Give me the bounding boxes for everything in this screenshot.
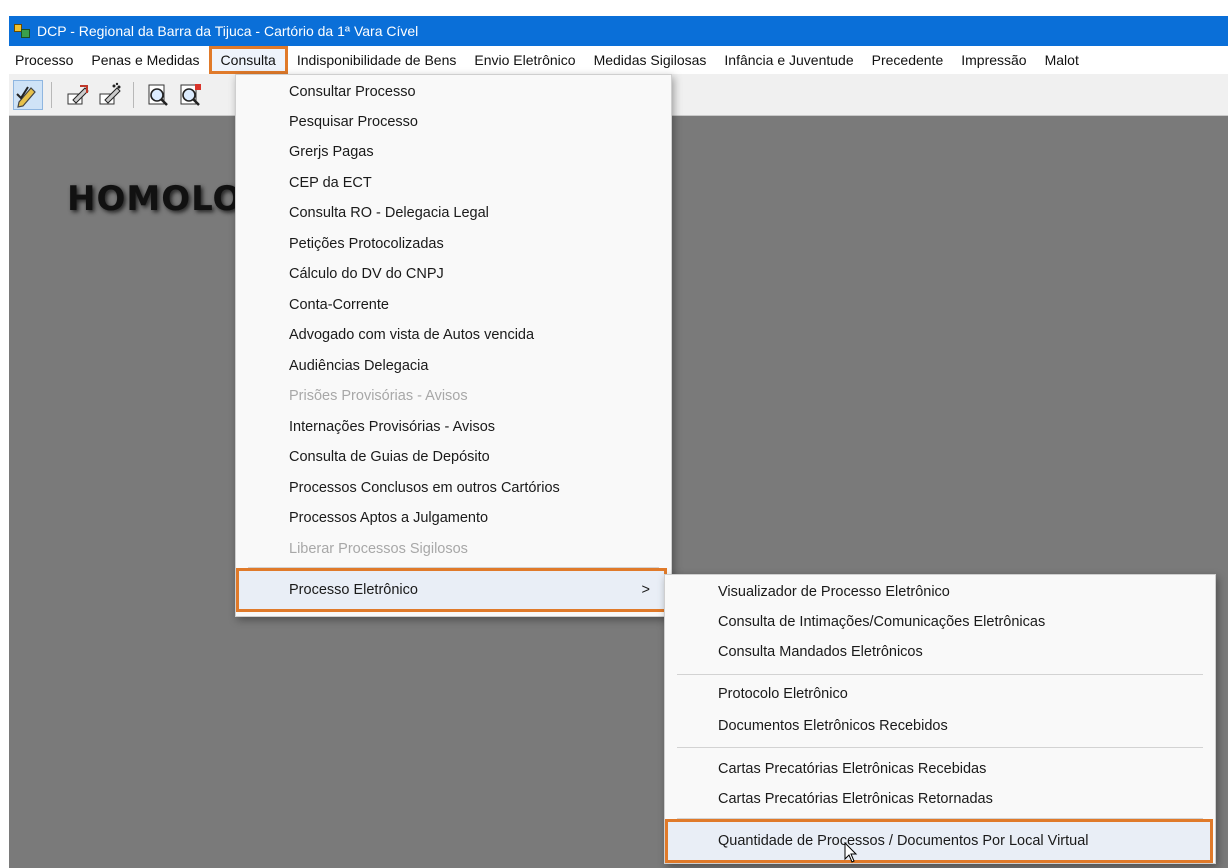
menu-item-label: Processo Eletrônico xyxy=(289,582,418,598)
submenu-item-consulta-mandados[interactable]: Consulta Mandados Eletrônicos xyxy=(665,637,1215,667)
submenu-item-documentos-recebidos[interactable]: Documentos Eletrônicos Recebidos xyxy=(665,711,1215,741)
menu-processo[interactable]: Processo xyxy=(9,46,82,74)
menu-medidas-sigilosas[interactable]: Medidas Sigilosas xyxy=(585,46,716,74)
menu-item-grerjs-pagas[interactable]: Grerjs Pagas xyxy=(236,137,671,167)
menu-item-peticoes-protocolizadas[interactable]: Petições Protocolizadas xyxy=(236,229,671,259)
menu-bar: Processo Penas e Medidas Consulta Indisp… xyxy=(9,46,1228,74)
menu-infancia-juventude[interactable]: Infância e Juventude xyxy=(715,46,862,74)
menu-item-liberar-sigilosos: Liberar Processos Sigilosos xyxy=(289,541,468,557)
menu-item-processos-aptos[interactable]: Processos Aptos a Julgamento xyxy=(236,503,671,533)
menu-item-processo-eletronico[interactable]: Processo Eletrônico > xyxy=(236,568,667,612)
submenu-item-cartas-recebidas[interactable]: Cartas Precatórias Eletrônicas Recebidas xyxy=(665,754,1215,784)
magnify-doc-icon[interactable] xyxy=(175,80,205,110)
edit-check-icon[interactable] xyxy=(13,80,43,110)
menu-penas-medidas[interactable]: Penas e Medidas xyxy=(82,46,208,74)
pen-arrow-icon[interactable] xyxy=(63,80,93,110)
menu-separator xyxy=(677,747,1203,748)
title-bar: DCP - Regional da Barra da Tijuca - Cart… xyxy=(9,16,1228,46)
menu-indisponibilidade-bens[interactable]: Indisponibilidade de Bens xyxy=(288,46,466,74)
menu-item-calculo-dv-cnpj[interactable]: Cálculo do DV do CNPJ xyxy=(236,259,671,289)
menu-item-conta-corrente[interactable]: Conta-Corrente xyxy=(236,290,671,320)
menu-item-prisoes-provisorias: Prisões Provisórias - Avisos xyxy=(289,388,468,404)
submenu-item-protocolo-eletronico[interactable]: Protocolo Eletrônico xyxy=(665,679,1215,709)
menu-envio-eletronico[interactable]: Envio Eletrônico xyxy=(465,46,584,74)
menu-item-cep-ect[interactable]: CEP da ECT xyxy=(236,168,671,198)
menu-item-audiencias-delegacia[interactable]: Audiências Delegacia xyxy=(236,351,671,381)
submenu-item-consulta-intimacoes[interactable]: Consulta de Intimações/Comunicações Elet… xyxy=(665,607,1215,637)
menu-item-guias-deposito[interactable]: Consulta de Guias de Depósito xyxy=(236,442,671,472)
submenu-item-cartas-retornadas[interactable]: Cartas Precatórias Eletrônicas Retornada… xyxy=(665,784,1215,814)
menu-item-processos-conclusos[interactable]: Processos Conclusos em outros Cartórios xyxy=(236,473,671,503)
menu-consulta[interactable]: Consulta xyxy=(208,46,288,74)
submenu-item-visualizador[interactable]: Visualizador de Processo Eletrônico xyxy=(665,577,1215,607)
menu-malote[interactable]: Malot xyxy=(1036,46,1088,74)
menu-separator xyxy=(677,674,1203,675)
processo-eletronico-submenu: Visualizador de Processo Eletrônico Cons… xyxy=(664,574,1216,864)
chevron-right-icon: > xyxy=(641,582,650,598)
mouse-cursor-icon xyxy=(844,842,858,863)
app-icon xyxy=(13,22,31,40)
submenu-item-quantidade-processos[interactable]: Quantidade de Processos / Documentos Por… xyxy=(665,819,1213,863)
menu-impressao[interactable]: Impressão xyxy=(952,46,1035,74)
menu-item-consultar-processo[interactable]: Consultar Processo xyxy=(236,77,671,107)
menu-precedente[interactable]: Precedente xyxy=(863,46,953,74)
window-title: DCP - Regional da Barra da Tijuca - Cart… xyxy=(37,23,419,39)
menu-item-pesquisar-processo[interactable]: Pesquisar Processo xyxy=(236,107,671,137)
menu-item-consulta-ro[interactable]: Consulta RO - Delegacia Legal xyxy=(236,198,671,228)
consulta-menu: Consultar Processo Pesquisar Processo Gr… xyxy=(235,74,672,617)
homologation-watermark: HOMOLO xyxy=(67,179,243,219)
pen-stars-icon[interactable] xyxy=(95,80,125,110)
menu-item-advogado-vista-autos[interactable]: Advogado com vista de Autos vencida xyxy=(236,320,671,350)
magnify-page-icon[interactable] xyxy=(143,80,173,110)
menu-item-internacoes-provisorias[interactable]: Internações Provisórias - Avisos xyxy=(236,412,671,442)
